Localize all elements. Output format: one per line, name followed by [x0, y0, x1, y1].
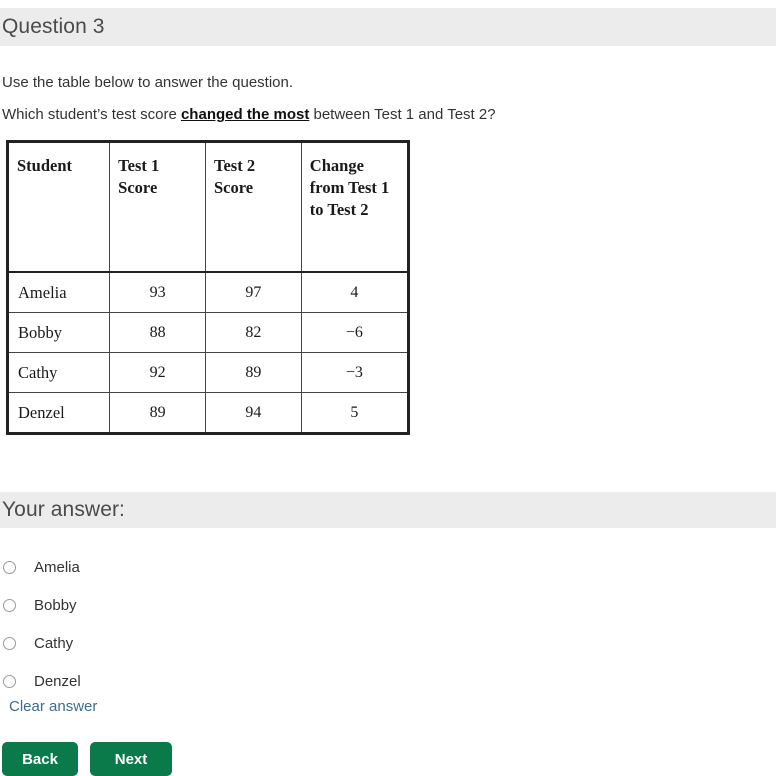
question-emphasis: changed the most	[180, 106, 310, 123]
cell-change: 4	[300, 271, 410, 313]
next-button[interactable]: Next	[90, 742, 172, 776]
answer-option-denzel[interactable]: Denzel	[0, 662, 400, 700]
answer-option-label: Cathy	[34, 634, 74, 652]
clear-answer-link[interactable]: Clear answer	[9, 698, 97, 715]
answer-option-label: Denzel	[34, 672, 81, 690]
answer-options-group: Amelia Bobby Cathy Denzel	[0, 548, 400, 700]
cell-test2: 97	[204, 271, 302, 313]
answer-option-label: Amelia	[34, 558, 80, 576]
cell-student: Amelia	[6, 271, 111, 313]
radio-button-icon[interactable]	[3, 560, 16, 574]
answer-option-amelia[interactable]: Amelia	[0, 548, 400, 586]
cell-test1: 93	[109, 271, 206, 313]
answer-option-label: Bobby	[34, 596, 77, 614]
column-header-student: Student	[6, 141, 111, 273]
question-text: Which student’s test score changed the m…	[2, 105, 496, 125]
cell-test1: 92	[109, 352, 206, 393]
cell-student: Cathy	[6, 352, 111, 393]
cell-test2: 89	[204, 352, 302, 393]
cell-change: −3	[300, 352, 410, 393]
answer-section-title: Your answer:	[2, 498, 125, 521]
radio-button-icon[interactable]	[3, 636, 16, 650]
question-header-banner: Question 3	[0, 8, 776, 46]
table-row: Denzel 89 94 5	[6, 392, 410, 434]
table-row: Bobby 88 82 −6	[6, 312, 410, 353]
answer-option-bobby[interactable]: Bobby	[0, 586, 400, 624]
cell-change: 5	[300, 392, 410, 434]
answer-header-banner: Your answer:	[0, 492, 776, 528]
column-header-test1: Test 1 Score	[109, 141, 206, 273]
instruction-text: Use the table below to answer the questi…	[2, 74, 294, 91]
table-header-row: Student Test 1 Score Test 2 Score Change…	[6, 141, 410, 273]
cell-test2: 82	[204, 312, 302, 353]
answer-option-cathy[interactable]: Cathy	[0, 624, 400, 662]
cell-test2: 94	[204, 392, 302, 434]
cell-student: Bobby	[6, 312, 111, 353]
cell-student: Denzel	[6, 392, 111, 434]
table-row: Cathy 92 89 −3	[6, 352, 410, 393]
table-body: Amelia 93 97 4 Bobby 88 82 −6 Cathy 92 8…	[6, 271, 410, 434]
cell-test1: 88	[109, 312, 206, 353]
column-header-test2: Test 2 Score	[204, 141, 302, 273]
table-row: Amelia 93 97 4	[6, 271, 410, 313]
table-header: Student Test 1 Score Test 2 Score Change…	[6, 141, 410, 273]
question-text-part-2: between Test 1 and Test 2?	[309, 106, 496, 123]
back-button[interactable]: Back	[2, 742, 78, 776]
cell-test1: 89	[109, 392, 206, 434]
radio-button-icon[interactable]	[3, 674, 16, 688]
cell-change: −6	[300, 312, 410, 353]
column-header-change: Change from Test 1 to Test 2	[300, 141, 410, 273]
radio-button-icon[interactable]	[3, 598, 16, 612]
question-text-part-1: Which student’s test score	[2, 106, 181, 123]
scores-table: Student Test 1 Score Test 2 Score Change…	[6, 140, 410, 435]
page-title: Question 3	[2, 15, 105, 38]
